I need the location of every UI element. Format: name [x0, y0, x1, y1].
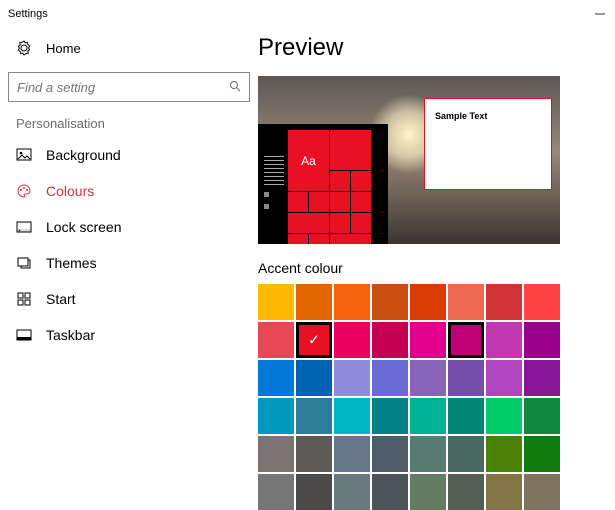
- accent-swatch[interactable]: [372, 322, 408, 358]
- accent-swatch[interactable]: [372, 398, 408, 434]
- accent-swatch[interactable]: [486, 398, 522, 434]
- background-icon: [16, 147, 32, 163]
- sidebar-item-label: Background: [46, 147, 121, 163]
- accent-swatch[interactable]: [524, 398, 560, 434]
- accent-swatch[interactable]: [334, 360, 370, 396]
- accent-swatch[interactable]: [296, 436, 332, 472]
- preview-heading: Preview: [258, 34, 603, 62]
- colours-icon: [16, 183, 32, 199]
- search-icon: [229, 80, 241, 95]
- accent-swatch[interactable]: [296, 360, 332, 396]
- accent-swatch[interactable]: [258, 284, 294, 320]
- sidebar-item-label: Colours: [46, 183, 94, 199]
- accent-swatch[interactable]: [258, 474, 294, 510]
- search-input[interactable]: [17, 80, 229, 95]
- accent-swatch[interactable]: [410, 360, 446, 396]
- accent-swatch[interactable]: [448, 284, 484, 320]
- accent-swatch[interactable]: [410, 436, 446, 472]
- sidebar: Home Personalisation Background Colours Lo…: [0, 28, 258, 500]
- accent-swatch[interactable]: [524, 474, 560, 510]
- accent-swatch[interactable]: [524, 360, 560, 396]
- home-label: Home: [46, 41, 81, 56]
- accent-swatch[interactable]: [524, 284, 560, 320]
- sidebar-item-label: Taskbar: [46, 327, 95, 343]
- accent-swatch[interactable]: [372, 436, 408, 472]
- sidebar-item-label: Start: [46, 291, 76, 307]
- accent-swatch[interactable]: [372, 284, 408, 320]
- accent-swatch[interactable]: [296, 322, 332, 358]
- accent-swatch[interactable]: [334, 474, 370, 510]
- titlebar: Settings: [0, 0, 615, 28]
- home-button[interactable]: Home: [8, 34, 250, 68]
- accent-swatch[interactable]: [448, 436, 484, 472]
- sidebar-item-colours[interactable]: Colours: [8, 173, 250, 209]
- start-icon: [16, 291, 32, 307]
- accent-swatch[interactable]: [258, 322, 294, 358]
- sidebar-item-lock-screen[interactable]: Lock screen: [8, 209, 250, 245]
- accent-swatch[interactable]: [372, 474, 408, 510]
- gear-icon: [16, 40, 32, 56]
- minimize-icon[interactable]: [593, 14, 607, 15]
- accent-swatch[interactable]: [448, 398, 484, 434]
- main-content: Preview Aa Sample Text: [258, 28, 615, 500]
- accent-swatch[interactable]: [524, 436, 560, 472]
- sidebar-item-start[interactable]: Start: [8, 281, 250, 317]
- window-title: Settings: [8, 8, 48, 20]
- accent-swatch[interactable]: [258, 360, 294, 396]
- accent-swatch[interactable]: [410, 284, 446, 320]
- accent-swatch[interactable]: [486, 474, 522, 510]
- sidebar-item-themes[interactable]: Themes: [8, 245, 250, 281]
- themes-icon: [16, 255, 32, 271]
- accent-swatch-grid: [258, 284, 560, 510]
- accent-swatch[interactable]: [448, 322, 484, 358]
- search-box[interactable]: [8, 72, 250, 102]
- preview-start-panel: Aa: [258, 124, 388, 244]
- accent-swatch[interactable]: [486, 360, 522, 396]
- preview-sample-text: Sample Text: [435, 111, 541, 121]
- sidebar-group-label: Personalisation: [8, 116, 250, 137]
- sidebar-item-label: Lock screen: [46, 219, 121, 235]
- accent-swatch[interactable]: [334, 398, 370, 434]
- accent-swatch[interactable]: [448, 474, 484, 510]
- accent-heading: Accent colour: [258, 260, 603, 276]
- taskbar-icon: [16, 327, 32, 343]
- accent-swatch[interactable]: [486, 436, 522, 472]
- accent-swatch[interactable]: [258, 436, 294, 472]
- preview-tile-big: Aa: [288, 130, 329, 191]
- preview-start-list: [264, 130, 284, 238]
- accent-swatch[interactable]: [258, 398, 294, 434]
- accent-swatch[interactable]: [296, 474, 332, 510]
- accent-swatch[interactable]: [296, 284, 332, 320]
- preview-box: Aa Sample Text: [258, 76, 560, 244]
- accent-swatch[interactable]: [486, 322, 522, 358]
- accent-swatch[interactable]: [410, 474, 446, 510]
- accent-swatch[interactable]: [334, 436, 370, 472]
- accent-swatch[interactable]: [372, 360, 408, 396]
- preview-sample-window: Sample Text: [424, 98, 552, 190]
- accent-swatch[interactable]: [296, 398, 332, 434]
- accent-swatch[interactable]: [524, 322, 560, 358]
- lock-screen-icon: [16, 219, 32, 235]
- sidebar-item-taskbar[interactable]: Taskbar: [8, 317, 250, 353]
- accent-swatch[interactable]: [486, 284, 522, 320]
- preview-tiles: Aa: [288, 130, 371, 238]
- accent-swatch[interactable]: [410, 398, 446, 434]
- sidebar-item-background[interactable]: Background: [8, 137, 250, 173]
- accent-swatch[interactable]: [410, 322, 446, 358]
- accent-swatch[interactable]: [448, 360, 484, 396]
- accent-swatch[interactable]: [334, 322, 370, 358]
- sidebar-item-label: Themes: [46, 255, 97, 271]
- accent-swatch[interactable]: [334, 284, 370, 320]
